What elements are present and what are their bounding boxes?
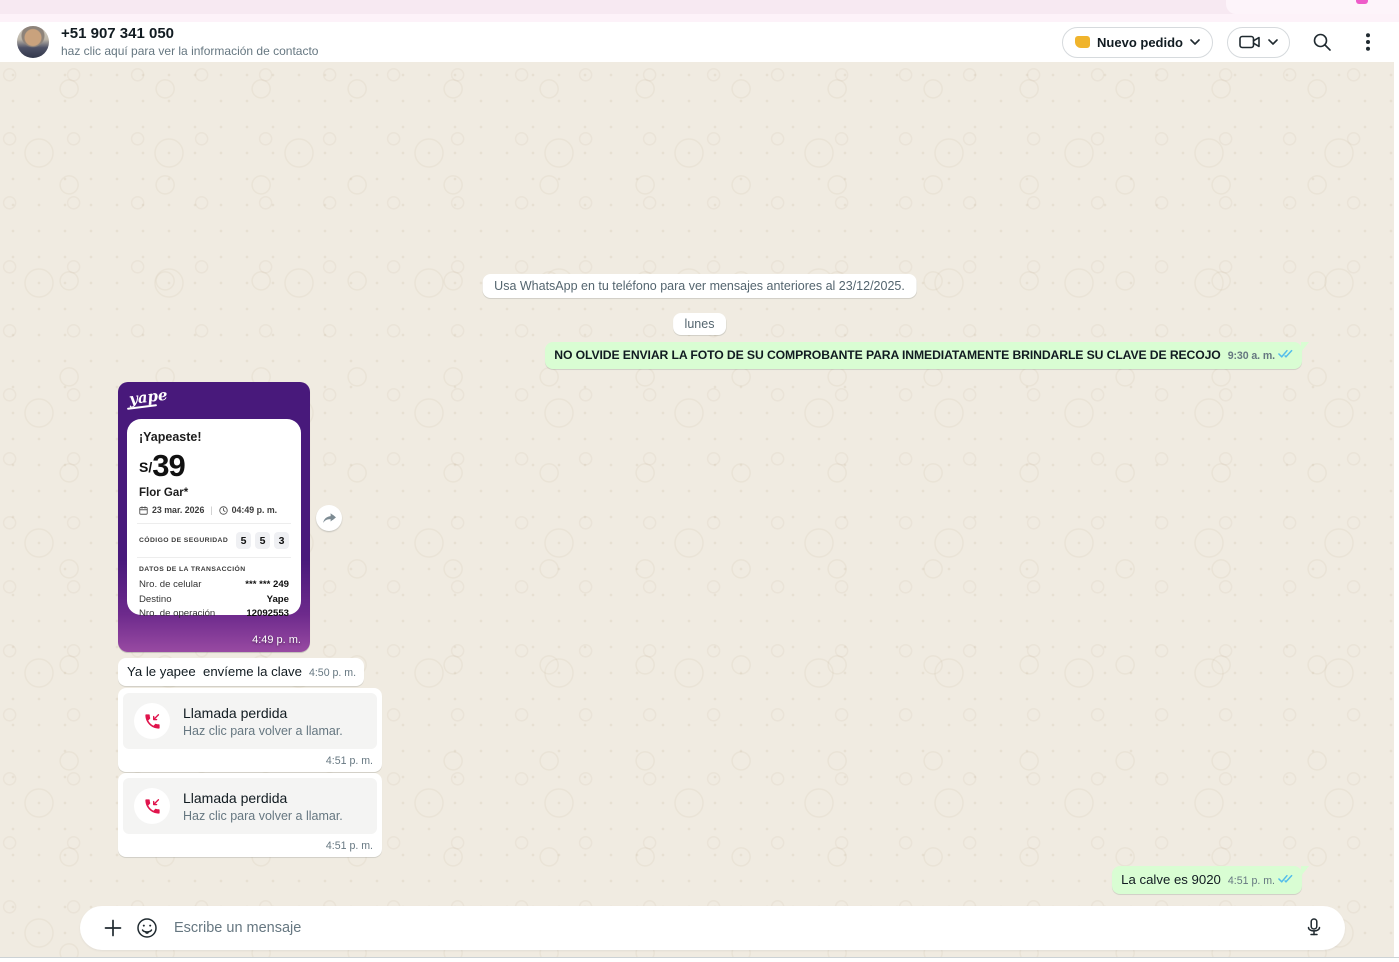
message-text: NO OLVIDE ENVIAR LA FOTO DE SU COMPROBAN… [554,348,1220,362]
message-text: La calve es 9020 [1121,872,1221,887]
missed-call-subtitle: Haz clic para volver a llamar. [183,809,343,823]
contact-avatar[interactable] [17,26,49,58]
transaction-rows: Nro. de celular*** *** 249 DestinoYape N… [139,578,289,622]
receipt-separator: | [210,505,212,515]
receipt-recipient: Flor Gar* [139,487,289,499]
security-digit: 5 [236,532,251,549]
clock-icon [219,506,228,515]
browser-active-tab [1226,0,1399,14]
contact-name[interactable]: +51 907 341 050 [61,25,318,43]
receipt-amount: 39 [152,451,184,481]
receipt-currency: S/ [139,459,152,475]
sticker-smiley-icon [136,917,158,939]
forward-message-button[interactable] [316,505,342,531]
chat-scrollbar-track[interactable] [1394,62,1399,957]
message-missed-call: Llamada perdida Haz clic para volver a l… [118,773,382,857]
kebab-menu-icon [1366,33,1370,51]
header-actions: Nuevo pedido [1062,24,1382,60]
chat-header: +51 907 341 050 haz clic aquí para ver l… [0,22,1399,62]
missed-call-icon [143,712,162,731]
missed-call-callback[interactable]: Llamada perdida Haz clic para volver a l… [123,693,377,749]
viewport-bottom-strip [0,957,1399,962]
browser-tabstrip [0,0,1399,14]
forward-icon [322,512,337,525]
message-time: 4:51 p. m. [123,834,377,856]
message-outgoing-reminder[interactable]: NO OLVIDE ENVIAR LA FOTO DE SU COMPROBAN… [545,342,1302,369]
transaction-row: Nro. de operación12092553 [139,607,289,622]
missed-call-title: Llamada perdida [183,790,343,806]
receipt-title: ¡Yapeaste! [139,430,289,444]
message-time: 4:50 p. m. [309,667,356,679]
missed-call-title: Llamada perdida [183,705,343,721]
chat-message-area: Usa WhatsApp en tu teléfono para ver men… [0,62,1399,957]
read-receipt-double-check-icon [1278,348,1294,362]
chevron-down-icon [1190,39,1200,45]
menu-button[interactable] [1354,24,1382,60]
security-code-label: CÓDIGO DE SEGURIDAD [139,537,228,544]
voice-message-button[interactable] [1297,911,1331,945]
browser-accent-sliver [1356,0,1368,4]
microphone-icon [1306,918,1322,938]
receipt-date: 23 mar. 2026 [152,505,204,515]
system-notice: Usa WhatsApp en tu teléfono para ver men… [482,274,917,298]
message-input[interactable] [174,920,1297,936]
search-button[interactable] [1304,24,1340,60]
receipt-time: 04:49 p. m. [232,505,277,515]
video-call-button[interactable] [1227,27,1290,58]
message-missed-call: Llamada perdida Haz clic para volver a l… [118,688,382,772]
bubble-tail [1301,342,1309,352]
missed-call-icon-circle [134,788,170,824]
missed-call-icon-circle [134,703,170,739]
message-time: 4:51 p. m. [1228,875,1275,887]
message-receipt-image[interactable]: yape ¡Yapeaste! S/ 39 Flor Gar* 23 mar. … [118,382,310,652]
calendar-icon [139,506,148,515]
video-call-icon [1239,34,1261,50]
message-incoming-text[interactable]: Ya le yapee envíeme la clave 4:50 p. m. [118,658,364,686]
message-text: Ya le yapee envíeme la clave [127,664,302,679]
transaction-row: Nro. de celular*** *** 249 [139,578,289,593]
message-time: 4:51 p. m. [123,749,377,771]
plus-icon [104,919,122,937]
message-composer [80,906,1345,950]
new-order-button[interactable]: Nuevo pedido [1062,27,1213,58]
missed-call-callback[interactable]: Llamada perdida Haz clic para volver a l… [123,778,377,834]
security-code-digits: 5 5 3 [236,532,289,549]
message-time: 9:30 a. m. [1228,350,1275,362]
message-outgoing-key[interactable]: La calve es 9020 4:51 p. m. [1112,866,1302,894]
receipt-card: ¡Yapeaste! S/ 39 Flor Gar* 23 mar. 2026 … [127,419,301,615]
new-order-label: Nuevo pedido [1097,35,1183,50]
image-message-time: 4:49 p. m. [252,634,301,646]
browser-chrome-strip [0,0,1399,22]
security-digit: 5 [255,532,270,549]
security-digit: 3 [274,532,289,549]
attach-button[interactable] [96,911,130,945]
transaction-row: DestinoYape [139,593,289,608]
read-receipt-double-check-icon [1278,872,1294,887]
new-order-tag-icon [1075,36,1090,48]
missed-call-subtitle: Haz clic para volver a llamar. [183,724,343,738]
search-icon [1312,32,1332,52]
date-divider: lunes [673,313,727,335]
bubble-tail [1301,866,1309,876]
contact-subtitle[interactable]: haz clic aquí para ver la información de… [61,44,318,59]
chevron-down-icon [1268,39,1278,45]
sticker-picker-button[interactable] [130,911,164,945]
transaction-data-label: DATOS DE LA TRANSACCIÓN [139,566,289,573]
missed-call-icon [143,797,162,816]
contact-info[interactable]: +51 907 341 050 haz clic aquí para ver l… [61,25,318,59]
